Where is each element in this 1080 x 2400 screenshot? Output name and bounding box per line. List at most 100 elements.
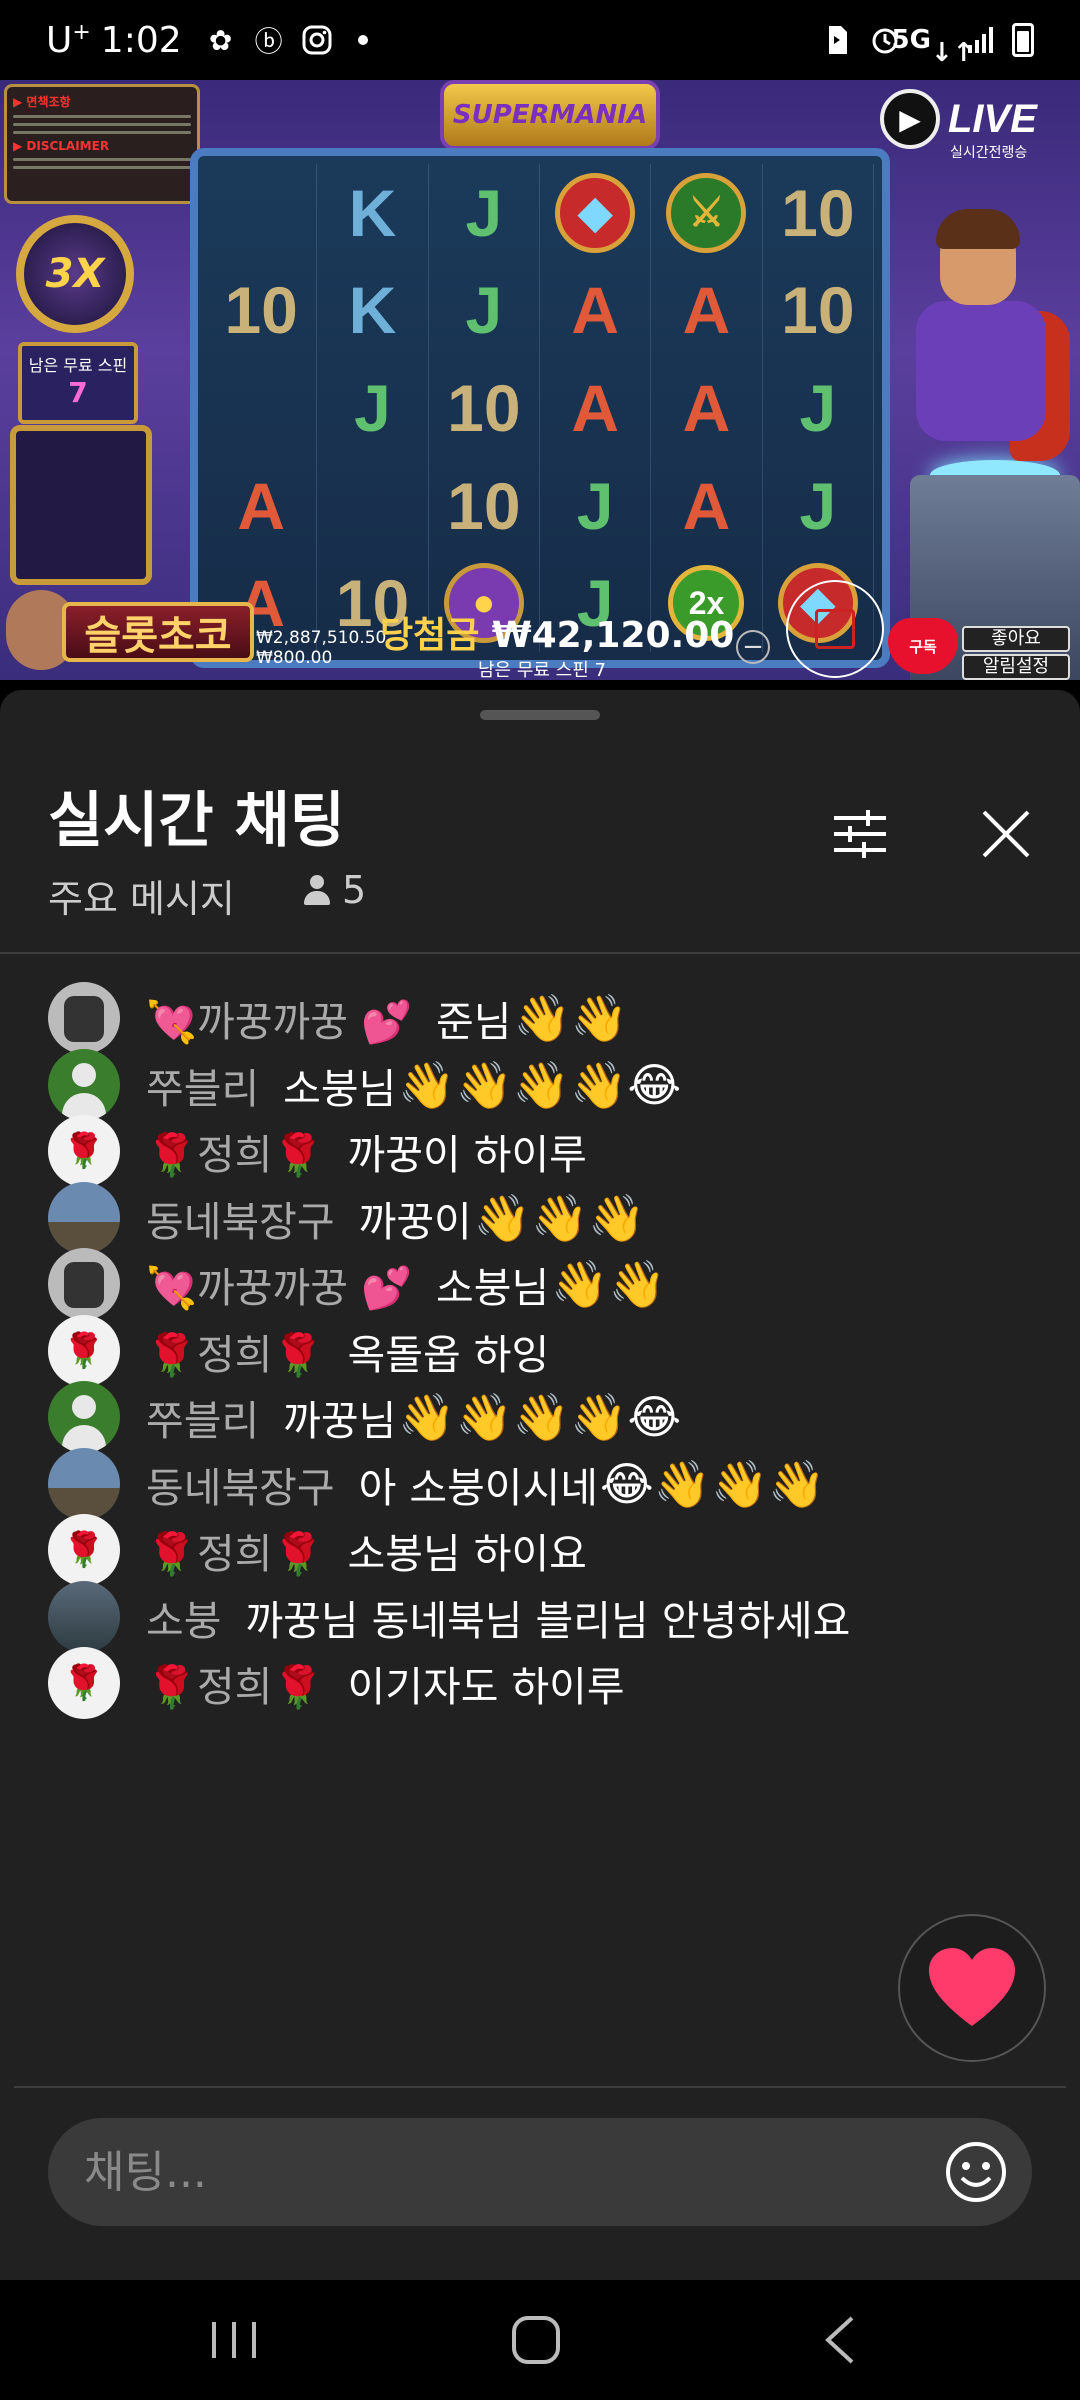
message-emoji: 😂👋👋👋 (599, 1456, 826, 1511)
avatar[interactable]: 🌹 (48, 1647, 120, 1719)
reel-symbol: A (540, 261, 652, 360)
superhero-character (900, 209, 1070, 475)
avatar[interactable] (48, 1248, 120, 1320)
message-text: 소붕님 (283, 1065, 397, 1113)
avatar[interactable]: 🌹 (48, 1115, 120, 1187)
avatar[interactable] (48, 1381, 120, 1453)
5g-icon: 5G ↓↑ (891, 25, 975, 68)
reel-symbol: ⚔ (651, 164, 763, 262)
message-emoji: 👋👋 (551, 1256, 666, 1311)
avatar[interactable] (48, 982, 120, 1054)
reel-symbol: A (651, 261, 763, 360)
back-button[interactable] (800, 2308, 880, 2372)
filter-settings-icon[interactable] (830, 806, 890, 862)
message-author[interactable]: 🌹정희🌹 (146, 1653, 324, 1713)
heart-icon (929, 1948, 1015, 2026)
reel-symbol: ◆ (540, 164, 652, 262)
alarm-overlay-button: 알림설정 (962, 654, 1070, 680)
message-list[interactable]: 💘까꿍까꿍 💕 준님 👋👋 쭈블리 소붕님 👋👋👋👋😂 🌹 🌹정희🌹 까꿍이 하이루 동네북장구 까… (0, 954, 1080, 2084)
bet-minus-button: − (736, 630, 770, 664)
play-icon: ▶ (880, 89, 940, 149)
message-author[interactable]: 쭈블리 (146, 1055, 259, 1115)
signal-icon (964, 23, 998, 57)
reel-symbol: 10 (206, 261, 318, 360)
reel-symbol: K (317, 164, 429, 262)
person-icon (302, 873, 332, 907)
message-text: 까꿍님 동네북님 블리님 안녕하세요 (245, 1597, 851, 1645)
message-author[interactable]: 💘까꿍까꿍 💕 (146, 988, 412, 1048)
reel-symbol: A (206, 456, 318, 555)
game-logo: SUPERMANIA (440, 80, 660, 150)
reel-symbol: 10 (429, 456, 540, 555)
drag-handle[interactable] (480, 710, 600, 720)
chat-input[interactable] (84, 2118, 904, 2226)
reel-grid: K J ◆ ⚔ 10 10 K J A A 10 J 10 A A J A 10 J A J A 10 ● J 2x ◆ (206, 164, 874, 652)
free-spins-label: 남은 무료 스핀 (28, 356, 128, 375)
win-amount: ₩42,120.00 (491, 615, 735, 656)
reel-symbol (206, 359, 318, 457)
live-sub-label: 실시간전랭승 (950, 145, 1028, 161)
balance-total: ₩2,887,510.50 (256, 628, 387, 648)
emoji-icon[interactable] (944, 2140, 1008, 2204)
balance-display: ₩2,887,510.50 ₩800.00 (256, 628, 386, 668)
input-divider (14, 2086, 1066, 2088)
message-text: 까꿍이 (358, 1198, 472, 1246)
message-text: 옥돌옵 하잉 (347, 1331, 550, 1379)
recents-button[interactable] (194, 2308, 274, 2372)
message-author[interactable]: 쭈블리 (146, 1387, 259, 1447)
message-author[interactable]: 🌹정희🌹 (146, 1520, 324, 1580)
avatar[interactable]: 🌹 (48, 1514, 120, 1586)
message-author[interactable]: 🌹정희🌹 (146, 1321, 324, 1381)
slot-reels: K J ◆ ⚔ 10 10 K J A A 10 J 10 A A J A 10 J A J A 10 ● J 2x ◆ (190, 148, 890, 668)
carrier-label: U+ (46, 19, 91, 61)
chat-title: 실시간 채팅 (48, 786, 345, 856)
chat-message[interactable]: 🌹 🌹정희🌹 이기자도 하이루 (48, 1643, 625, 1723)
reel-symbol: J (429, 261, 540, 360)
win-label: 당첨금 (380, 615, 480, 656)
home-button[interactable] (496, 2308, 576, 2372)
system-nav-bar (0, 2280, 1080, 2400)
reel-symbol: 10 (763, 261, 874, 360)
message-author[interactable]: 소붕 (146, 1587, 221, 1647)
reel-symbol: 10 (429, 359, 540, 457)
message-text: 준님 (436, 998, 512, 1046)
reel-symbol: J (429, 164, 540, 262)
bet-amount: ₩800.00 (256, 648, 333, 668)
recents-icon (212, 2322, 256, 2358)
reel-symbol (206, 164, 318, 262)
heart-reaction-button[interactable] (898, 1914, 1046, 2062)
reel-symbol: A (651, 456, 763, 555)
live-label: LIVE (948, 96, 1037, 141)
message-author[interactable]: 동네북장구 (146, 1188, 335, 1248)
disclaimer-tag-en: ▶ DISCLAIMER (13, 139, 110, 153)
reel-symbol: J (317, 359, 429, 457)
message-text: 이기자도 하이루 (347, 1663, 625, 1711)
live-video-player[interactable]: ▶ 면책조항 ▶ DISCLAIMER 3X 남은 무료 스핀 7 SUPERM… (0, 80, 1080, 680)
sim-icon (820, 23, 854, 57)
viewer-count: 5 (302, 868, 366, 912)
clock: 1:02 (100, 19, 182, 61)
message-author[interactable]: 🌹정희🌹 (146, 1121, 324, 1181)
disclaimer-tag-ko: ▶ 면책조항 (13, 95, 71, 109)
message-text: 소붕님 (436, 1264, 550, 1312)
message-text: 소봉님 하이요 (347, 1530, 587, 1578)
spin-button (786, 580, 884, 678)
message-emoji: 👋👋 (513, 990, 629, 1045)
flower-icon: ✿ (208, 23, 233, 57)
free-spins-counter: 남은 무료 스핀 7 (18, 342, 138, 424)
close-icon[interactable] (978, 806, 1034, 862)
live-chat-panel: 실시간 채팅 주요 메시지 5 💘까꿍까꿍 💕 준님 👋👋 쭈블리 소붕님 👋👋👋👋😂 🌹 🌹… (0, 690, 1080, 2400)
message-emoji: 👋👋👋 (473, 1190, 646, 1245)
chat-mode-dropdown[interactable]: 주요 메시지 (48, 868, 235, 923)
message-text: 까꿍이 하이루 (347, 1131, 587, 1179)
reel-symbol: J (763, 456, 874, 555)
multiplier-badge: 3X (16, 215, 134, 333)
disclaimer-box: ▶ 면책조항 ▶ DISCLAIMER (4, 84, 200, 204)
reel-symbol: K (317, 261, 429, 360)
message-author[interactable]: 💘까꿍까꿍 💕 (146, 1254, 412, 1314)
message-author[interactable]: 동네북장구 (146, 1454, 335, 1514)
free-spins-count: 7 (68, 376, 88, 409)
like-overlay-button: 좋아요 (962, 626, 1070, 652)
notification-dot (357, 35, 368, 45)
chat-input-bar (48, 2118, 1032, 2226)
